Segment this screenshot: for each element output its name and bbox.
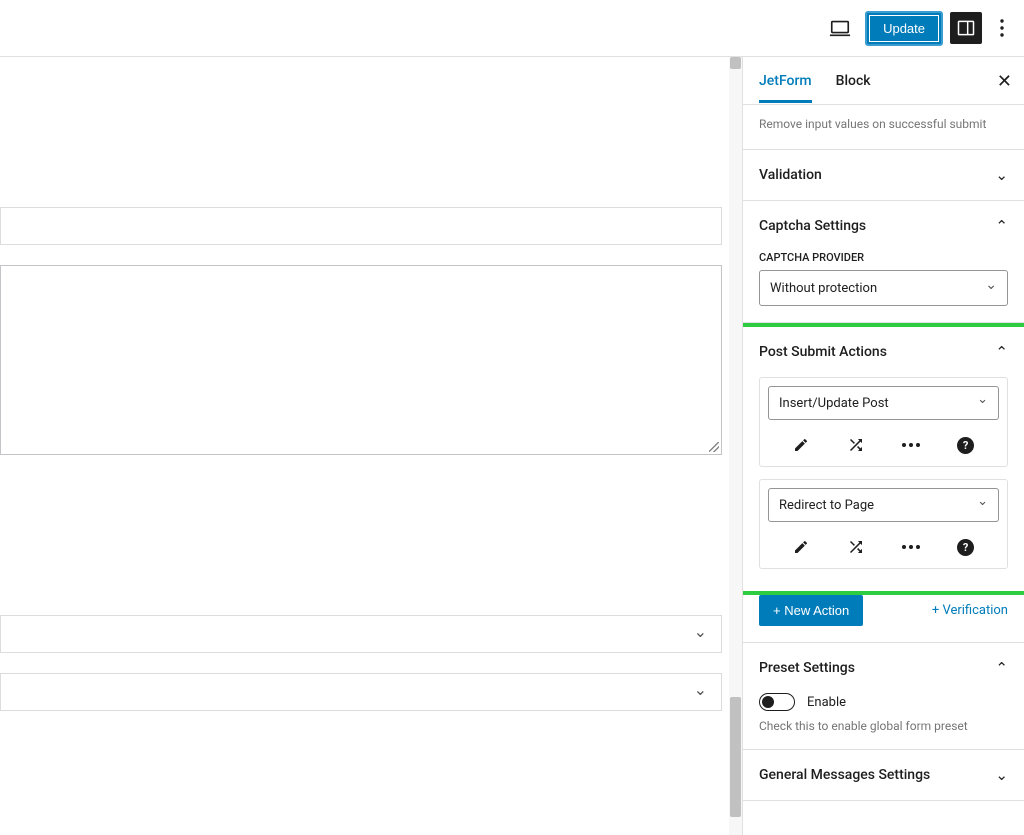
sidebar-toggle-button[interactable] [950, 12, 982, 44]
action-type-select[interactable]: Insert/Update Post [768, 386, 999, 420]
panel-title: Captcha Settings [759, 218, 866, 234]
action-card: Insert/Update Post ? [759, 377, 1008, 467]
chevron-up-icon: ⌃ [995, 659, 1008, 677]
scrollbar-thumb[interactable] [730, 697, 741, 817]
form-select-field[interactable] [0, 673, 722, 711]
shuffle-icon[interactable] [845, 434, 867, 456]
preset-help-text: Check this to enable global form preset [743, 719, 1024, 750]
sidebar-tabs: JetForm Block ✕ [743, 57, 1024, 105]
chevron-down-icon: ⌄ [995, 166, 1008, 184]
editor-top-bar: Update [0, 0, 1024, 57]
action-type-select[interactable]: Redirect to Page [768, 488, 999, 522]
chevron-up-icon: ⌃ [995, 217, 1008, 235]
panel-post-submit[interactable]: Post Submit Actions ⌃ [743, 327, 1024, 377]
chevron-down-icon: ⌄ [995, 766, 1008, 784]
tab-block[interactable]: Block [836, 59, 871, 103]
preset-enable-toggle[interactable] [759, 693, 795, 711]
more-menu-icon[interactable] [990, 10, 1014, 46]
preset-enable-label: Enable [807, 695, 846, 710]
captcha-provider-label: CAPTCHA PROVIDER [759, 251, 1008, 264]
edit-icon[interactable] [790, 536, 812, 558]
captcha-provider-value: Without protection [770, 281, 877, 296]
panel-title: General Messages Settings [759, 767, 930, 783]
scrollbar-track [729, 57, 742, 835]
panel-captcha-body: CAPTCHA PROVIDER Without protection [743, 251, 1024, 323]
help-icon[interactable]: ? [955, 536, 977, 558]
device-preview-icon[interactable] [822, 10, 858, 46]
panel-messages[interactable]: General Messages Settings ⌄ [743, 750, 1024, 801]
panel-captcha[interactable]: Captcha Settings ⌃ [743, 201, 1024, 251]
form-text-field[interactable] [0, 207, 722, 245]
update-button[interactable]: Update [866, 12, 942, 45]
new-action-button[interactable]: + New Action [759, 595, 863, 626]
action-card: Redirect to Page ? [759, 479, 1008, 569]
tab-jetform[interactable]: JetForm [759, 59, 812, 103]
editor-canvas [0, 57, 742, 835]
panel-title: Preset Settings [759, 660, 855, 676]
action-type-value: Insert/Update Post [779, 396, 889, 411]
preset-enable-row: Enable [743, 693, 1024, 719]
panel-title: Validation [759, 167, 822, 183]
scroll-up-arrow[interactable] [730, 57, 741, 69]
edit-icon[interactable] [790, 434, 812, 456]
action-type-value: Redirect to Page [779, 498, 874, 513]
chevron-up-icon: ⌃ [995, 343, 1008, 361]
settings-sidebar: JetForm Block ✕ Remove input values on s… [742, 57, 1024, 835]
verification-link[interactable]: + Verification [932, 603, 1008, 618]
captcha-provider-select[interactable]: Without protection [759, 270, 1008, 306]
form-select-field[interactable] [0, 615, 722, 653]
post-submit-footer: + New Action + Verification [743, 595, 1024, 643]
more-icon[interactable] [900, 536, 922, 558]
close-sidebar-icon[interactable]: ✕ [997, 71, 1012, 92]
panel-preset[interactable]: Preset Settings ⌃ [743, 643, 1024, 693]
shuffle-icon[interactable] [845, 536, 867, 558]
more-icon[interactable] [900, 434, 922, 456]
post-submit-highlight: Post Submit Actions ⌃ Insert/Update Post… [742, 323, 1024, 595]
panel-title: Post Submit Actions [759, 344, 887, 360]
help-icon[interactable]: ? [955, 434, 977, 456]
panel-validation[interactable]: Validation ⌄ [743, 150, 1024, 201]
form-textarea-field[interactable] [0, 265, 722, 455]
panel-description: Remove input values on successful submit [743, 105, 1024, 150]
